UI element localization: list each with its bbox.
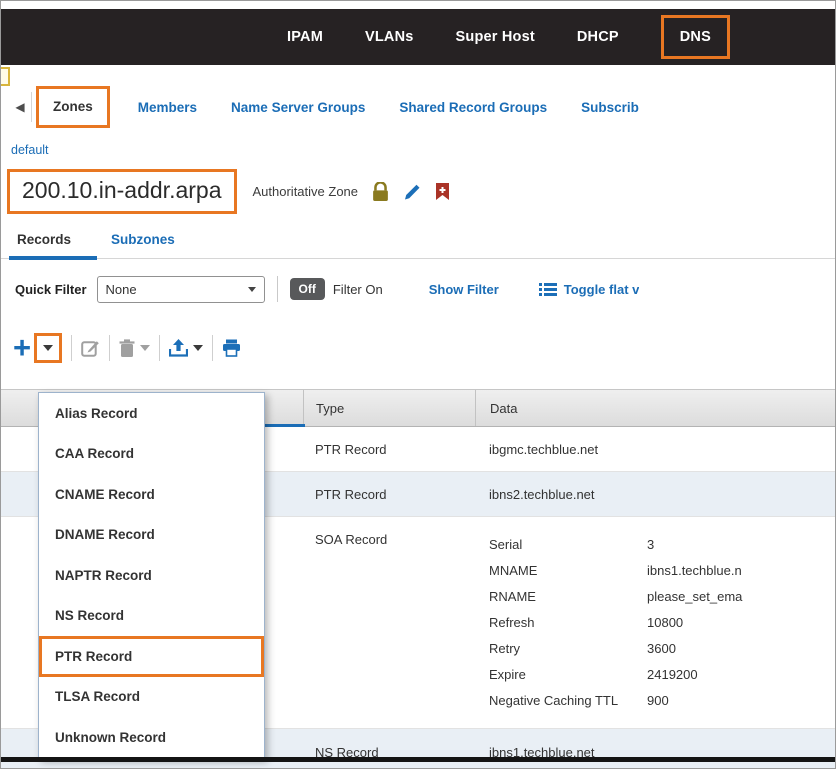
edit-zone-icon[interactable] (403, 183, 421, 201)
record-type: PTR Record (303, 427, 475, 471)
tab-vlans[interactable]: VLANs (365, 29, 414, 45)
tab-scroll-left-icon[interactable]: ◀ (9, 92, 32, 122)
bookmark-icon[interactable] (435, 182, 450, 201)
annotation-box-zone-title: 200.10.in-addr.arpa (7, 169, 237, 214)
record-data: ibgmc.techblue.net (475, 427, 761, 471)
flat-view-icon (539, 282, 557, 297)
lock-icon (372, 182, 389, 202)
menu-item-tlsa-record[interactable]: TLSA Record (39, 677, 264, 718)
chevron-down-icon (248, 287, 256, 292)
subtab-subzones[interactable]: Subzones (111, 232, 175, 247)
soa-value: please_set_ema (647, 584, 742, 610)
separator (277, 276, 278, 302)
toggle-flat-view-button[interactable]: Toggle flat v (539, 282, 640, 297)
tab-members[interactable]: Members (138, 100, 197, 115)
breadcrumb: default (11, 143, 835, 157)
separator (71, 335, 72, 361)
sort-indicator (259, 424, 305, 427)
soa-key: Retry (489, 636, 647, 662)
record-data: ibns1.techblue.net (475, 729, 761, 769)
column-header-data[interactable]: Data (475, 390, 761, 426)
zone-type-label: Authoritative Zone (253, 184, 359, 199)
toggle-flat-label: Toggle flat v (564, 282, 640, 297)
menu-item-unknown-record[interactable]: Unknown Record (39, 717, 264, 758)
zone-subtabs: Records Subzones (1, 232, 835, 259)
column-header-type[interactable]: Type (303, 390, 475, 426)
clipped-edge-icon (0, 67, 10, 86)
show-filter-link[interactable]: Show Filter (429, 282, 499, 297)
tab-dns[interactable]: DNS (680, 29, 711, 45)
export-button[interactable] (169, 339, 203, 357)
soa-value: 10800 (647, 610, 683, 636)
soa-key: RNAME (489, 584, 647, 610)
record-type: NS Record (303, 729, 475, 769)
soa-key: MNAME (489, 558, 647, 584)
quick-filter-select[interactable]: None (97, 276, 265, 303)
export-dropdown-caret[interactable] (193, 345, 203, 351)
soa-value: 3 (647, 532, 654, 558)
add-record-dropdown-caret[interactable] (43, 345, 53, 351)
breadcrumb-default-link[interactable]: default (11, 143, 49, 157)
quick-filter-label: Quick Filter (15, 282, 87, 297)
tab-shared-record-groups[interactable]: Shared Record Groups (399, 100, 547, 115)
delete-dropdown-caret[interactable] (140, 345, 150, 351)
records-toolbar: + (1, 319, 835, 377)
annotation-box-dns: DNS (661, 15, 730, 59)
menu-item-alias-record[interactable]: Alias Record (39, 393, 264, 434)
soa-value: ibns1.techblue.n (647, 558, 742, 584)
export-icon (169, 339, 188, 357)
edit-record-button[interactable] (81, 339, 100, 358)
tab-ipam[interactable]: IPAM (287, 29, 323, 45)
trash-icon (119, 339, 135, 358)
record-type: PTR Record (303, 472, 475, 516)
soa-key: Serial (489, 532, 647, 558)
menu-item-ptr-record[interactable]: PTR Record (39, 636, 264, 677)
menu-item-caa-record[interactable]: CAA Record (39, 434, 264, 475)
annotation-box-zones: Zones (36, 86, 110, 128)
delete-record-button[interactable] (119, 339, 150, 358)
active-tab-underline (9, 256, 97, 260)
tab-subscriber[interactable]: Subscrib (581, 100, 639, 115)
tab-super-host[interactable]: Super Host (456, 29, 535, 45)
top-nav-bar: IPAM VLANs Super Host DHCP DNS (1, 9, 835, 65)
zone-title: 200.10.in-addr.arpa (22, 177, 222, 203)
print-button[interactable] (222, 339, 241, 357)
zone-header: 200.10.in-addr.arpa Authoritative Zone (7, 169, 835, 214)
dns-tab-bar: ◀ Zones Members Name Server Groups Share… (1, 85, 835, 129)
filter-toggle-button[interactable]: Off (290, 278, 325, 300)
filter-on-label: Filter On (333, 282, 383, 297)
bottom-edge-line (1, 757, 835, 762)
tab-dhcp[interactable]: DHCP (577, 29, 619, 45)
printer-icon (222, 339, 241, 357)
app-window: IPAM VLANs Super Host DHCP DNS ◀ Zones M… (0, 0, 836, 769)
separator (109, 335, 110, 361)
soa-value: 900 (647, 688, 669, 714)
edit-icon (81, 339, 100, 358)
annotation-box-add-caret (34, 333, 62, 363)
quick-filter-value: None (106, 282, 137, 297)
separator (159, 335, 160, 361)
soa-key: Negative Caching TTL (489, 688, 647, 714)
record-data: ibns2.techblue.net (475, 472, 761, 516)
soa-key: Expire (489, 662, 647, 688)
soa-value: 2419200 (647, 662, 698, 688)
menu-item-ns-record[interactable]: NS Record (39, 596, 264, 637)
subtab-records[interactable]: Records (17, 232, 71, 247)
quick-filter-bar: Quick Filter None Off Filter On Show Fil… (1, 259, 835, 319)
record-data: Serial3 MNAMEibns1.techblue.n RNAMEpleas… (475, 517, 761, 728)
add-record-button[interactable]: + (13, 335, 31, 361)
tab-name-server-groups[interactable]: Name Server Groups (231, 100, 365, 115)
soa-value: 3600 (647, 636, 676, 662)
separator (212, 335, 213, 361)
menu-item-dname-record[interactable]: DNAME Record (39, 515, 264, 556)
tab-zones[interactable]: Zones (53, 99, 93, 114)
menu-item-cname-record[interactable]: CNAME Record (39, 474, 264, 515)
add-record-menu: Alias Record CAA Record CNAME Record DNA… (38, 392, 265, 759)
soa-key: Refresh (489, 610, 647, 636)
menu-item-naptr-record[interactable]: NAPTR Record (39, 555, 264, 596)
record-type: SOA Record (303, 517, 475, 728)
